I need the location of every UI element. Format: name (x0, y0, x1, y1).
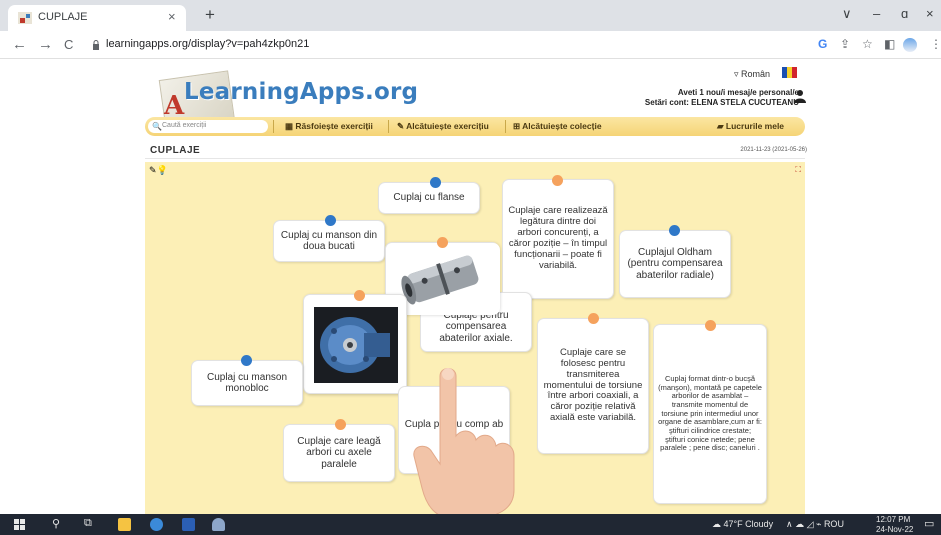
browse-exercises-link[interactable]: ▦ Răsfoiește exerciții (285, 121, 373, 132)
card-manson-doua-bucati[interactable]: Cuplaj cu manson din doua bucati (273, 220, 385, 262)
card-text: Cuplaj cu flanse (393, 192, 465, 204)
pin-orange-icon (705, 320, 716, 331)
notifications-icon[interactable]: ▭ (924, 517, 934, 530)
google-icon[interactable]: G (818, 37, 827, 51)
collection-icon: ⊞ (513, 121, 521, 131)
create-collection-label: Alcătuiește colecție (522, 121, 602, 131)
search-icon[interactable]: ⚲ (52, 517, 60, 530)
card-oldham[interactable]: Cuplajul Oldham (pentru compensarea abat… (619, 230, 731, 298)
share-icon[interactable]: ⇪ (840, 37, 850, 51)
logo-text: LearningApps.org (184, 79, 419, 105)
exercise-date: 2021-11-23 (2021-05-26) (740, 147, 807, 153)
more-menu-icon[interactable]: ⋮ (930, 37, 941, 51)
search-input[interactable]: 🔍 Caută exerciții (148, 120, 268, 133)
user-icon[interactable] (794, 89, 806, 103)
profile-avatar[interactable] (903, 38, 917, 52)
nav-divider (273, 120, 274, 133)
card-text: Cuplaj cu manson din doua bucati (280, 229, 378, 253)
pin-orange-icon (335, 419, 346, 430)
app-icon[interactable] (212, 518, 225, 531)
weather-text: 47°F Cloudy (723, 519, 774, 529)
pin-blue-icon (325, 215, 336, 226)
sidebar-icon[interactable]: ◧ (884, 37, 895, 51)
pin-blue-icon (669, 225, 680, 236)
page-content: A LearningApps.org ▿ Român Aveti 1 nou/i… (0, 59, 941, 518)
browser-tab[interactable]: CUPLAJE × (8, 5, 186, 31)
language-label: Român (741, 69, 771, 79)
weather-widget[interactable]: ☁ 47°F Cloudy (712, 519, 773, 530)
fullscreen-icon[interactable]: ⛶ (795, 165, 801, 175)
edit-hint-icons[interactable]: ✎💡 (149, 165, 168, 176)
my-work-label: Lucrurile mele (725, 121, 785, 131)
file-explorer-icon[interactable] (118, 518, 131, 531)
close-tab-icon[interactable]: × (168, 9, 176, 24)
language-selector[interactable]: ▿ Român (734, 69, 770, 80)
task-view-icon[interactable]: ⧉ (84, 517, 92, 530)
system-tray[interactable]: ∧ ☁ ◿ ⌁ ROU (786, 519, 844, 530)
pin-blue-icon (241, 355, 252, 366)
account-settings-link[interactable]: Setări cont: ELENA STELA CUCUTEANU (645, 98, 799, 107)
card-cuplaj-cu-flanse[interactable]: Cuplaj cu flanse (378, 182, 480, 214)
nav-divider (388, 120, 389, 133)
card-text: Cuplaje care se folosesc pentru transmit… (543, 346, 643, 424)
chrome-icon[interactable] (150, 518, 163, 531)
tab-title: CUPLAJE (38, 11, 88, 23)
grid-icon: ▦ (285, 121, 294, 131)
site-navbar: 🔍 Caută exerciții ▦ Răsfoiește exerciții… (145, 117, 805, 136)
card-text: Cuplaje care realizează legătura dintre … (508, 205, 608, 271)
pointing-hand-graphic (413, 368, 515, 518)
tab-strip: CUPLAJE × + ∨ – ɑ × (0, 0, 941, 31)
language-indicator: ROU (823, 519, 844, 529)
restore-button[interactable]: ɑ (901, 6, 908, 21)
pin-orange-icon (354, 290, 365, 301)
pin-orange-icon (588, 313, 599, 324)
address-bar[interactable]: learningapps.org/display?v=pah4zkp0n21 (106, 38, 309, 50)
browse-label: Răsfoiește exerciții (295, 121, 373, 131)
create-exercise-label: Alcătuiește exercițiu (406, 121, 489, 131)
nav-divider (505, 120, 506, 133)
star-icon[interactable]: ☆ (862, 37, 873, 51)
card-manson-bucsa[interactable]: Cuplaj format dintr-o bucşă (manşon), mo… (653, 324, 767, 504)
flag-stripe (792, 67, 797, 78)
windows-start-icon[interactable] (14, 519, 25, 530)
title-divider (145, 158, 805, 159)
romania-flag-icon (782, 67, 797, 78)
clock-date[interactable]: 24-Nov-22 (876, 525, 913, 534)
pin-blue-icon (430, 177, 441, 188)
browser-toolbar: ← → C learningapps.org/display?v=pah4zkp… (0, 31, 941, 59)
card-arbori-coaxiali[interactable]: Cuplaje care se folosesc pentru transmit… (537, 318, 649, 454)
card-arbori-paralele[interactable]: Cuplaje care leagă arbori cu axele paral… (283, 424, 395, 482)
folder-icon: ▰ (717, 121, 724, 131)
clock-time[interactable]: 12:07 PM (876, 515, 910, 524)
messages-link[interactable]: Aveti 1 nou/i mesaj/e personal/e (678, 88, 799, 97)
lock-icon (93, 40, 99, 50)
pencil-icon: ✎ (397, 121, 405, 131)
chevron-down-icon[interactable]: ∨ (842, 6, 852, 22)
image-card-blue-coupling[interactable] (303, 294, 407, 394)
blue-coupling-image (314, 307, 398, 383)
new-tab-button[interactable]: + (205, 5, 215, 25)
card-cuplaje-concurenti[interactable]: Cuplaje care realizează legătura dintre … (502, 179, 614, 299)
page-title: CUPLAJE (150, 145, 201, 156)
card-manson-monobloc[interactable]: Cuplaj cu manson monobloc (191, 360, 303, 406)
pin-orange-icon (552, 175, 563, 186)
create-exercise-link[interactable]: ✎ Alcătuiește exercițiu (397, 121, 489, 132)
card-text: Cuplajul Oldham (pentru compensarea abat… (627, 246, 723, 281)
forward-button[interactable]: → (38, 36, 53, 53)
my-work-link[interactable]: ▰ Lucrurile mele (717, 121, 784, 132)
card-text: Cuplaje care leagă arbori cu axele paral… (297, 435, 381, 470)
close-window-button[interactable]: × (926, 6, 934, 21)
search-icon: 🔍 (152, 122, 162, 131)
favicon-icon (18, 12, 32, 24)
back-button[interactable]: ← (12, 36, 27, 53)
reload-button[interactable]: C (64, 37, 73, 52)
card-text: Cuplaj format dintr-o bucşă (manşon), mo… (658, 374, 762, 453)
create-collection-link[interactable]: ⊞ Alcătuiește colecție (513, 121, 602, 132)
minimize-button[interactable]: – (873, 6, 880, 21)
windows-taskbar: ⚲ ⧉ ☁ 47°F Cloudy ∧ ☁ ◿ ⌁ ROU 12:07 PM 2… (0, 514, 941, 535)
card-text: Cuplaj cu manson monobloc (206, 371, 288, 395)
search-placeholder: Caută exerciții (162, 122, 207, 129)
pin-orange-icon (437, 237, 448, 248)
word-icon[interactable] (182, 518, 195, 531)
